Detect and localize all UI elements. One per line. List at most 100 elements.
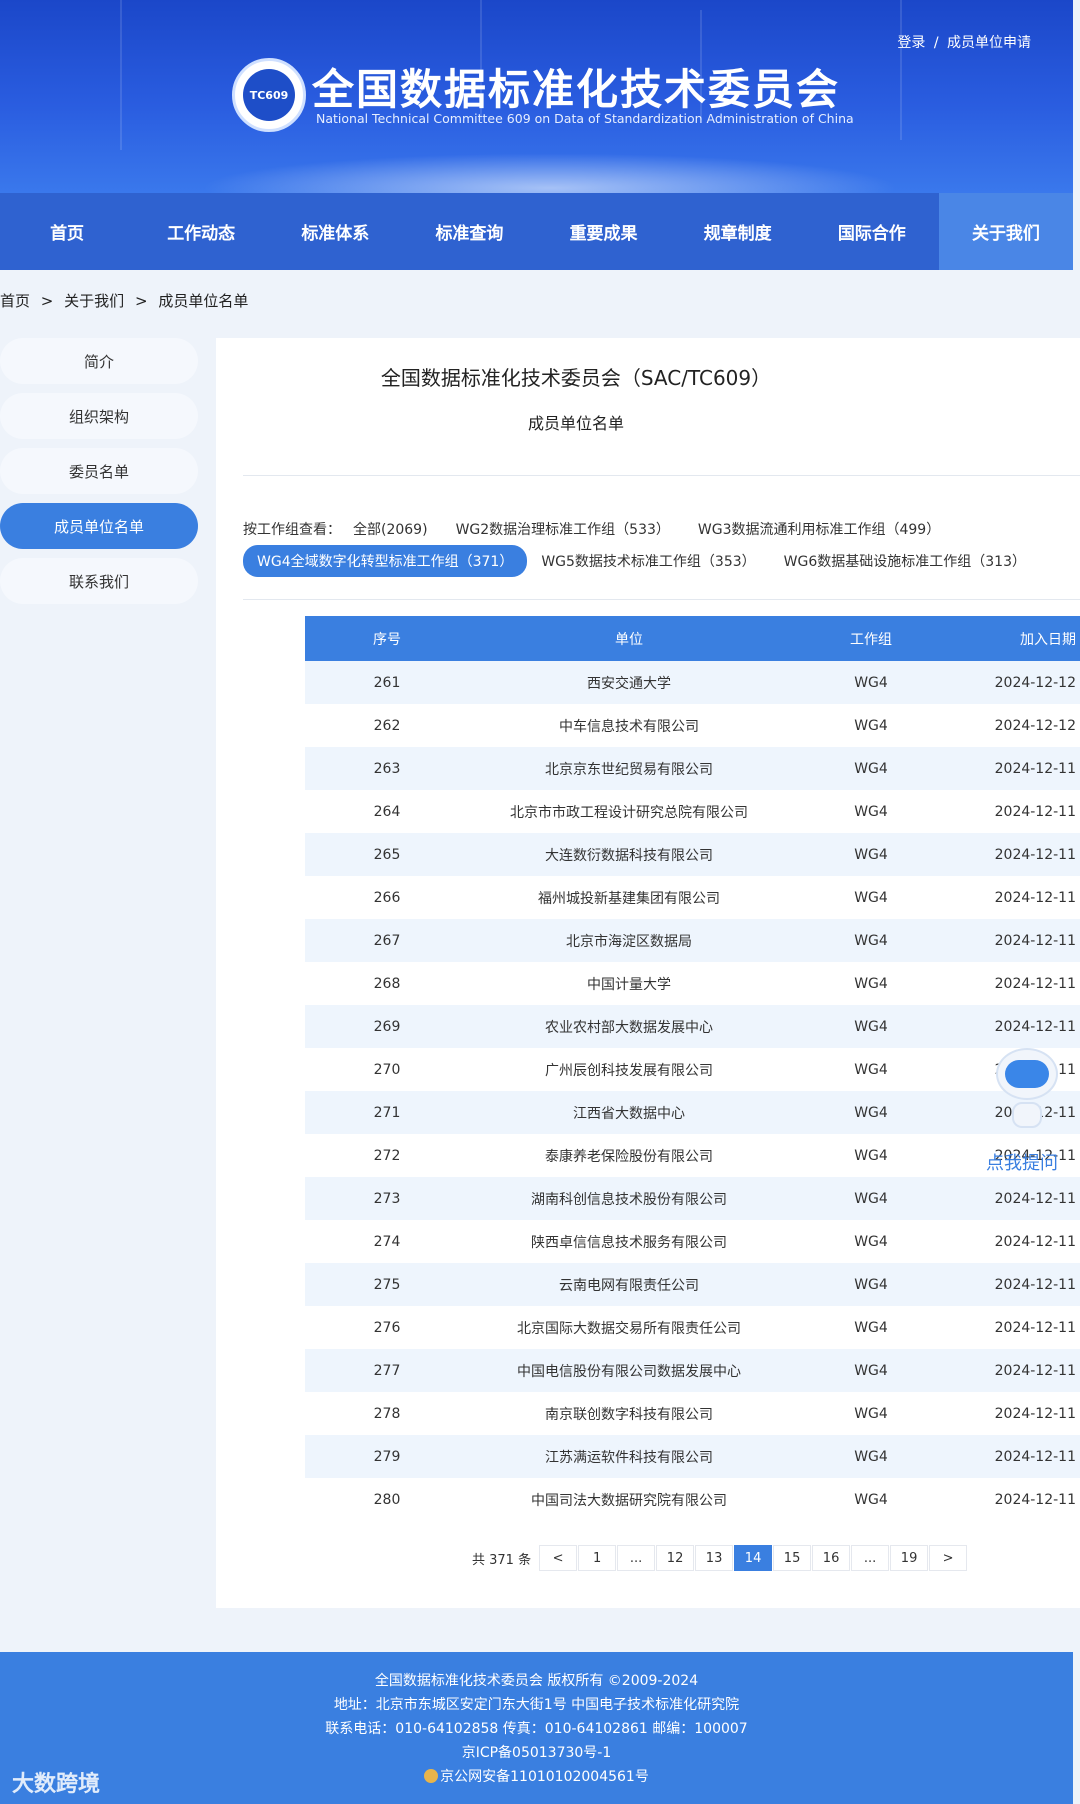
cell-group: WG4 <box>854 1491 888 1508</box>
cell-index: 269 <box>373 1018 401 1035</box>
link-separator: / <box>933 35 939 51</box>
robot-head <box>996 1048 1058 1100</box>
cell-group: WG4 <box>854 846 888 863</box>
cell-index: 280 <box>373 1491 401 1508</box>
cell-index: 271 <box>373 1104 401 1121</box>
page-14-button[interactable]: 14 <box>734 1545 773 1571</box>
table-row: 280 中国司法大数据研究院有限公司 WG4 2024-12-11 <box>305 1478 1080 1521</box>
nav-item-achievements[interactable]: 重要成果 <box>537 193 671 270</box>
table-body: 261 西安交通大学 WG4 2024-12-12 262 中车信息技术有限公司 WG4 20… <box>305 661 1080 1521</box>
cell-unit: 广州辰创科技发展有限公司 <box>545 1062 713 1079</box>
cell-join-date: 2024-12-11 <box>994 1362 1076 1379</box>
filter-all[interactable]: 全部(2069) <box>353 519 428 539</box>
cell-group: WG4 <box>854 1448 888 1465</box>
table-row: 269 农业农村部大数据发展中心 WG4 2024-12-11 <box>305 1005 1080 1048</box>
next-page-button[interactable]: > <box>929 1545 968 1571</box>
cell-join-date: 2024-12-11 <box>994 1405 1076 1422</box>
cell-unit: 云南电网有限责任公司 <box>559 1277 699 1294</box>
nav-item-standard-system[interactable]: 标准体系 <box>268 193 402 270</box>
page-subtitle: 成员单位名单 <box>527 414 624 433</box>
filter-wg4[interactable]: WG4全域数字化转型标准工作组（371） <box>243 545 528 577</box>
cell-unit: 南京联创数字科技有限公司 <box>545 1406 713 1423</box>
filter-wg2[interactable]: WG2数据治理标准工作组（533） <box>456 519 670 539</box>
cell-group: WG4 <box>854 1147 888 1164</box>
column-header-group: 工作组 <box>850 631 892 648</box>
cell-join-date: 2024-12-11 <box>994 932 1076 949</box>
cell-group: WG4 <box>854 760 888 777</box>
cell-group: WG4 <box>854 717 888 734</box>
table-row: 276 北京国际大数据交易所有限责任公司 WG4 2024-12-11 <box>305 1306 1080 1349</box>
cell-group: WG4 <box>854 1276 888 1293</box>
cell-index: 277 <box>373 1362 401 1379</box>
cell-join-date: 2024-12-11 <box>994 760 1076 777</box>
cell-group: WG4 <box>854 1233 888 1250</box>
breadcrumb-separator: > <box>40 292 54 310</box>
members-table: 序号 单位 工作组 加入日期 261 西安交通大学 WG4 2024-12-12 262… <box>305 616 1080 1521</box>
cell-index: 273 <box>373 1190 401 1207</box>
column-header-join-date: 加入日期 <box>1020 631 1076 648</box>
cell-group: WG4 <box>854 1319 888 1336</box>
filter-wg3[interactable]: WG3数据流通利用标准工作组（499） <box>698 519 940 539</box>
login-link[interactable]: 登录 <box>897 35 925 51</box>
prev-page-button[interactable]: < <box>539 1545 578 1571</box>
footer-police-record[interactable]: 京公网安备11010102004561号 <box>0 1766 1073 1786</box>
cell-index: 274 <box>373 1233 401 1250</box>
cell-index: 266 <box>373 889 401 906</box>
main-nav: 首页 工作动态 标准体系 标准查询 重要成果 规章制度 国际合作 关于我们 <box>0 193 1073 270</box>
top-links: 登录 / 成员单位申请 <box>897 32 1031 52</box>
cell-join-date: 2024-12-11 <box>994 1319 1076 1336</box>
table-header: 序号 单位 工作组 加入日期 <box>305 616 1080 661</box>
cell-group: WG4 <box>854 803 888 820</box>
cell-unit: 中国电信股份有限公司数据发展中心 <box>517 1363 741 1380</box>
sidebar-item-member-units[interactable]: 成员单位名单 <box>0 503 198 549</box>
footer-copyright: 全国数据标准化技术委员会 版权所有 ©2009-2024 <box>374 1673 699 1689</box>
cell-join-date: 2024-12-12 <box>994 717 1076 734</box>
breadcrumb-about[interactable]: 关于我们 <box>64 292 124 310</box>
sidebar-item-intro[interactable]: 简介 <box>0 338 198 384</box>
page-15-button[interactable]: 15 <box>773 1545 812 1571</box>
table-row: 274 陕西卓信信息技术服务有限公司 WG4 2024-12-11 <box>305 1220 1080 1263</box>
page-19-button[interactable]: 19 <box>890 1545 929 1571</box>
cell-join-date: 2024-12-11 <box>994 1448 1076 1465</box>
sidebar-item-contact[interactable]: 联系我们 <box>0 558 198 604</box>
page-12-button[interactable]: 12 <box>656 1545 695 1571</box>
site-footer: 全国数据标准化技术委员会 版权所有 ©2009-2024 地址：北京市东城区安定… <box>0 1652 1073 1804</box>
footer-icp[interactable]: 京ICP备05013730号-1 <box>0 1742 1073 1762</box>
cell-unit: 北京市市政工程设计研究总院有限公司 <box>510 804 748 821</box>
nav-item-about-us[interactable]: 关于我们 <box>938 193 1073 270</box>
cell-group: WG4 <box>854 932 888 949</box>
sidebar-item-committee-list[interactable]: 委员名单 <box>0 448 198 494</box>
cell-join-date: 2024-12-11 <box>994 1018 1076 1035</box>
nav-item-regulations[interactable]: 规章制度 <box>671 193 805 270</box>
nav-item-international[interactable]: 国际合作 <box>805 193 939 270</box>
cell-group: WG4 <box>854 1104 888 1121</box>
page-16-button[interactable]: 16 <box>812 1545 851 1571</box>
table-row: 273 湖南科创信息技术股份有限公司 WG4 2024-12-11 <box>305 1177 1080 1220</box>
nav-item-home[interactable]: 首页 <box>0 193 134 270</box>
column-header-unit: 单位 <box>615 631 643 648</box>
cell-index: 276 <box>373 1319 401 1336</box>
page-1-button[interactable]: 1 <box>578 1545 617 1571</box>
breadcrumb-current: 成员单位名单 <box>158 292 249 310</box>
sidebar: 简介 组织架构 委员名单 成员单位名单 联系我们 <box>0 338 198 613</box>
site-title[interactable]: 全国数据标准化技术委员会 <box>312 56 840 117</box>
committee-emblem-logo[interactable]: TC609 <box>232 58 306 132</box>
police-badge-icon <box>424 1769 439 1783</box>
divider <box>243 475 1080 476</box>
nav-item-standard-query[interactable]: 标准查询 <box>402 193 536 270</box>
assistant-label[interactable]: 点我提问 <box>986 1149 1058 1175</box>
page-title: 全国数据标准化技术委员会（SAC/TC609） <box>380 366 772 390</box>
breadcrumb-home[interactable]: 首页 <box>0 292 30 310</box>
sidebar-item-organization[interactable]: 组织架构 <box>0 393 198 439</box>
table-row: 264 北京市市政工程设计研究总院有限公司 WG4 2024-12-11 <box>305 790 1080 833</box>
assistant-robot-icon[interactable] <box>992 1048 1062 1134</box>
cell-unit: 江苏满运软件科技有限公司 <box>545 1449 713 1466</box>
table-row: 262 中车信息技术有限公司 WG4 2024-12-12 <box>305 704 1080 747</box>
nav-item-work-news[interactable]: 工作动态 <box>134 193 268 270</box>
filter-wg6[interactable]: WG6数据基础设施标准工作组（313） <box>784 551 1026 571</box>
cell-unit: 泰康养老保险股份有限公司 <box>545 1148 713 1165</box>
cell-unit: 中车信息技术有限公司 <box>559 718 699 735</box>
page-13-button[interactable]: 13 <box>695 1545 734 1571</box>
apply-member-link[interactable]: 成员单位申请 <box>947 35 1031 51</box>
filter-wg5[interactable]: WG5数据技术标准工作组（353） <box>541 551 755 571</box>
